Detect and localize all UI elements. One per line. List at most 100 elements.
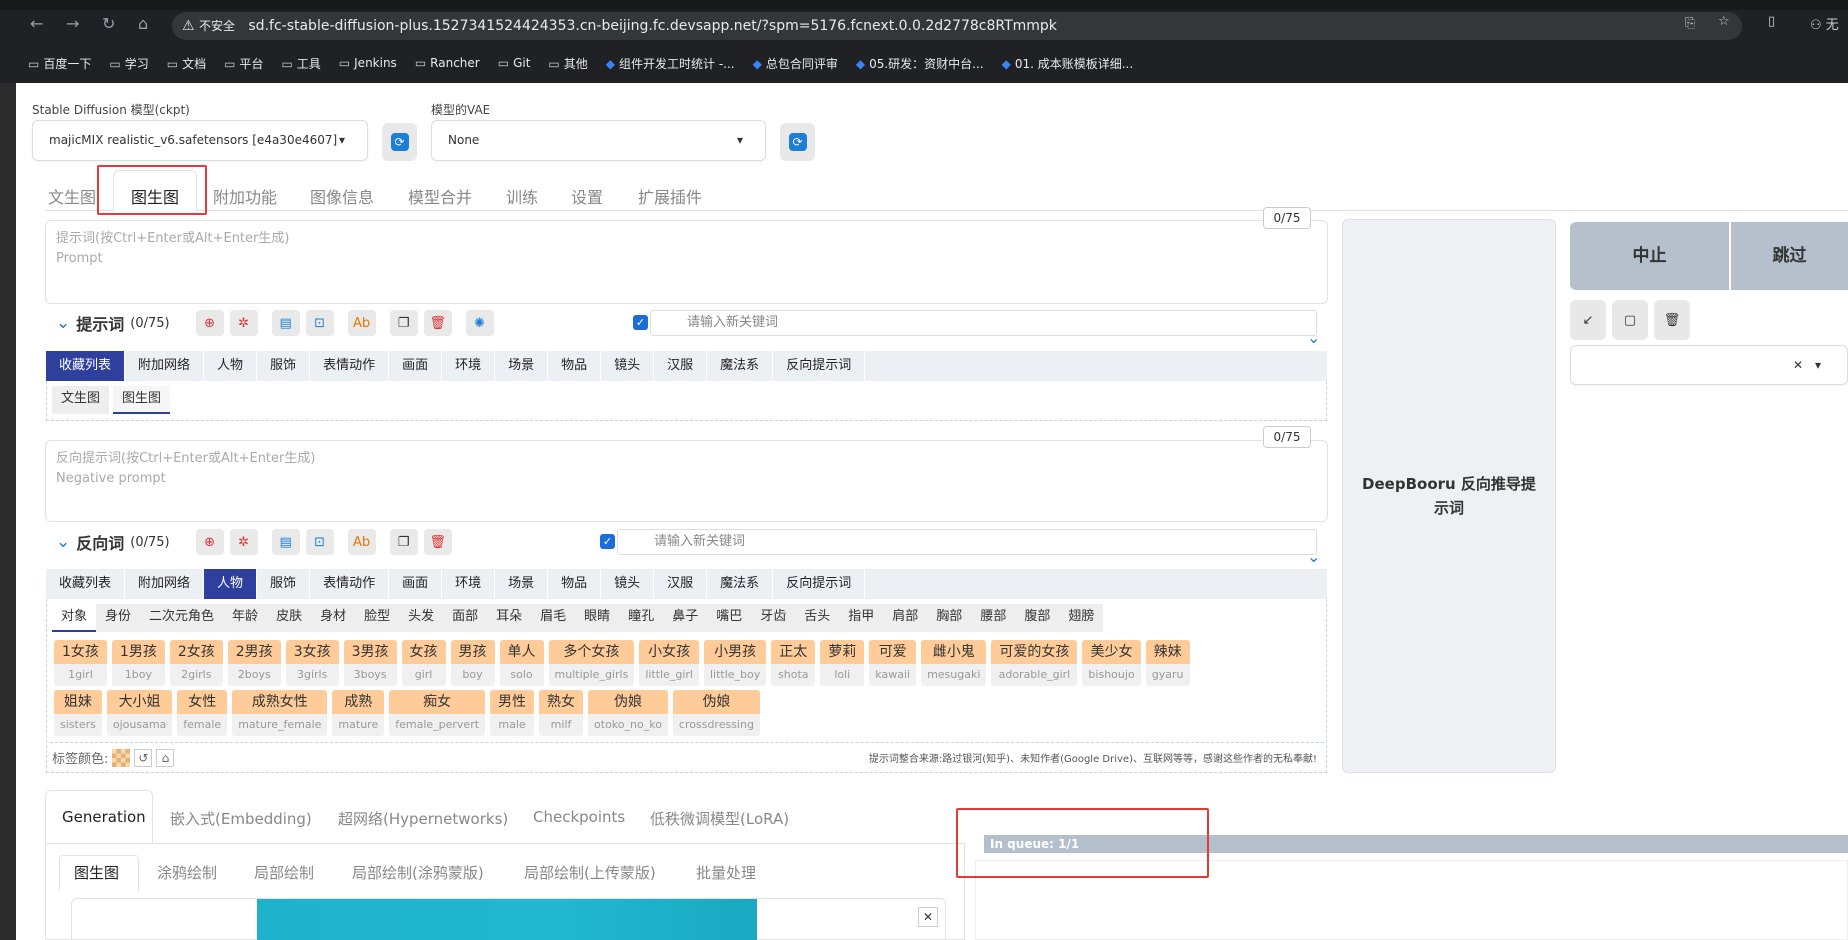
prompt-category-tab[interactable]: 画面 [389,351,443,381]
keyword-checkbox[interactable]: ✓ [633,315,648,330]
model-select[interactable]: majicMIX realistic_v6.safetensors [e4a30… [32,120,368,161]
prompt-category-tab[interactable]: 场景 [495,351,549,381]
prompt-textarea[interactable]: 提示词(按Ctrl+Enter或Alt+Enter生成) Prompt [45,220,1328,304]
tab-3[interactable]: 图像信息 [310,184,374,208]
prompt-category-tab[interactable]: 服饰 [257,351,311,381]
person-subtab[interactable]: 面部 [443,604,488,632]
translate-icon[interactable]: ⊕ [195,529,224,555]
neg-keyword-input[interactable]: 请输入新关键词 [617,529,1317,555]
person-subtab[interactable]: 指甲 [839,604,884,632]
tag-chip[interactable]: 大小姐 ojousama [106,690,173,736]
person-subtab[interactable]: 皮肤 [267,604,312,632]
neg-category-tab[interactable]: 反向提示词 [773,569,866,599]
bookmark-item[interactable]: ▭ Git [498,56,531,70]
prompt-category-tab[interactable]: 镜头 [601,351,655,381]
prompt-category-tab[interactable]: 收藏列表 [46,351,126,381]
person-subtab[interactable]: 眼睛 [575,604,620,632]
prompt-category-tab[interactable]: 附加网络 [125,351,205,381]
tag-chip[interactable]: 姐妹 sisters [54,690,102,736]
negative-prompt-textarea[interactable]: 反向提示词(按Ctrl+Enter或Alt+Enter生成) Negative p… [45,440,1328,522]
person-subtab[interactable]: 腹部 [1015,604,1060,632]
person-subtab[interactable]: 嘴巴 [707,604,752,632]
neg-category-tab[interactable]: 表情动作 [310,569,390,599]
person-subtab[interactable]: 舌头 [795,604,840,632]
save-icon[interactable]: ⌂ [156,748,175,767]
clear-icon[interactable]: ✕ [1793,346,1803,385]
person-subtab[interactable]: 二次元角色 [140,604,224,632]
tag-chip[interactable]: 成熟 mature [332,690,385,736]
tab-1[interactable]: 图生图 [131,184,179,208]
collapse-icon[interactable]: ⌄ [56,313,70,333]
person-subtab[interactable]: 牙齿 [751,604,796,632]
vae-select[interactable]: None ▾ [431,120,766,161]
english-icon[interactable]: Ab [347,529,376,555]
bookmark-item[interactable]: ◆ 01. 成本账模板详细... [1002,55,1134,72]
tab-7[interactable]: 扩展插件 [638,184,702,208]
neg-category-tab[interactable]: 镜头 [601,569,655,599]
image-tab[interactable]: 图生图 [74,862,119,883]
person-subtab[interactable]: 腰部 [971,604,1016,632]
tag-chip[interactable]: 可爱的女孩 adorable_girl [991,640,1078,686]
clipboard-button[interactable]: ▢ [1612,300,1648,340]
bookmark-item[interactable]: ▭ 百度一下 [28,55,91,72]
copy-icon[interactable]: ❐ [389,529,418,555]
person-subtab[interactable]: 脸型 [355,604,400,632]
tag-chip[interactable]: 1女孩 1girl [54,640,107,686]
bookmark-icon[interactable]: ⊡ [305,310,334,336]
trash-icon[interactable]: 🗑 [423,529,452,555]
neg-keyword-checkbox[interactable]: ✓ [600,534,615,549]
deepbooru-button[interactable]: DeepBooru 反向推导提示词 [1342,219,1556,773]
person-subtab[interactable]: 耳朵 [487,604,532,632]
tab-0[interactable]: 文生图 [48,184,96,208]
prompt-category-tab[interactable]: 魔法系 [707,351,774,381]
sidebar-icon[interactable]: ▯ [1768,14,1775,29]
prompt-keyword-input[interactable]: 请输入新关键词 [650,310,1317,336]
prompt-category-tab[interactable]: 物品 [548,351,602,381]
bottom-tab[interactable]: 超网络(Hypernetworks) [338,808,508,829]
tag-chip[interactable]: 正太 shota [771,640,816,686]
bookmark-item[interactable]: ▭ 文档 [167,55,206,72]
trash-icon[interactable]: 🗑 [423,310,452,336]
fav-subtab[interactable]: 文生图 [52,386,110,414]
bookmark-item[interactable]: ▭ 工具 [281,55,320,72]
prompt-category-tab[interactable]: 环境 [442,351,496,381]
image-tab[interactable]: 局部绘制(上传蒙版) [524,862,656,883]
tag-chip[interactable]: 3男孩 3boys [343,640,397,686]
tag-chip[interactable]: 男孩 boy [450,640,495,686]
neg-category-tab[interactable]: 人物 [204,569,258,599]
tag-chip[interactable]: 小男孩 little_boy [704,640,767,686]
image-tab[interactable]: 涂鸦绘制 [157,862,217,883]
tag-chip[interactable]: 小女孩 little_girl [639,640,699,686]
bookmark-item[interactable]: ▭ Rancher [415,56,480,70]
import-icon[interactable]: ▤ [271,310,300,336]
bookmark-item[interactable]: ▭ 学习 [109,55,148,72]
neg-category-tab[interactable]: 画面 [389,569,443,599]
person-subtab[interactable]: 头发 [399,604,444,632]
person-subtab[interactable]: 肩部 [883,604,928,632]
bottom-tab[interactable]: 嵌入式(Embedding) [170,808,312,829]
delete-button[interactable]: 🗑 [1654,300,1690,340]
settings-icon[interactable]: ✲ [229,310,258,336]
send-button[interactable]: ↙ [1570,300,1606,340]
tag-chip[interactable]: 熟女 milf [539,690,584,736]
tag-chip[interactable]: 女性 female [177,690,228,736]
import-icon[interactable]: ▤ [271,529,300,555]
bottom-tab[interactable]: Generation [62,808,146,826]
collapse-icon[interactable]: ⌄ [56,532,70,552]
star-icon[interactable]: ☆ [1718,14,1730,29]
bookmark-item[interactable]: ◆ 05.研发：资财中台... [856,55,984,72]
home-icon[interactable]: ⌂ [138,14,148,33]
interrupt-button[interactable]: 中止 [1570,222,1730,290]
tag-chip[interactable]: 3女孩 3girls [285,640,339,686]
neg-category-tab[interactable]: 魔法系 [707,569,774,599]
back-icon[interactable]: ← [30,14,43,33]
tag-chip[interactable]: 成熟女性 mature_female [232,690,328,736]
bookmark-item[interactable]: ◆ 组件开发工时统计 -... [606,55,735,72]
neg-category-tab[interactable]: 环境 [442,569,496,599]
expand-icon[interactable]: ⌄ [1307,547,1320,566]
copy-icon[interactable]: ❐ [389,310,418,336]
translate-icon[interactable]: ⎘ [1685,16,1695,31]
image-tab[interactable]: 局部绘制 [254,862,314,883]
translate-icon[interactable]: ⊕ [195,310,224,336]
expand-icon[interactable]: ⌄ [1307,328,1320,347]
